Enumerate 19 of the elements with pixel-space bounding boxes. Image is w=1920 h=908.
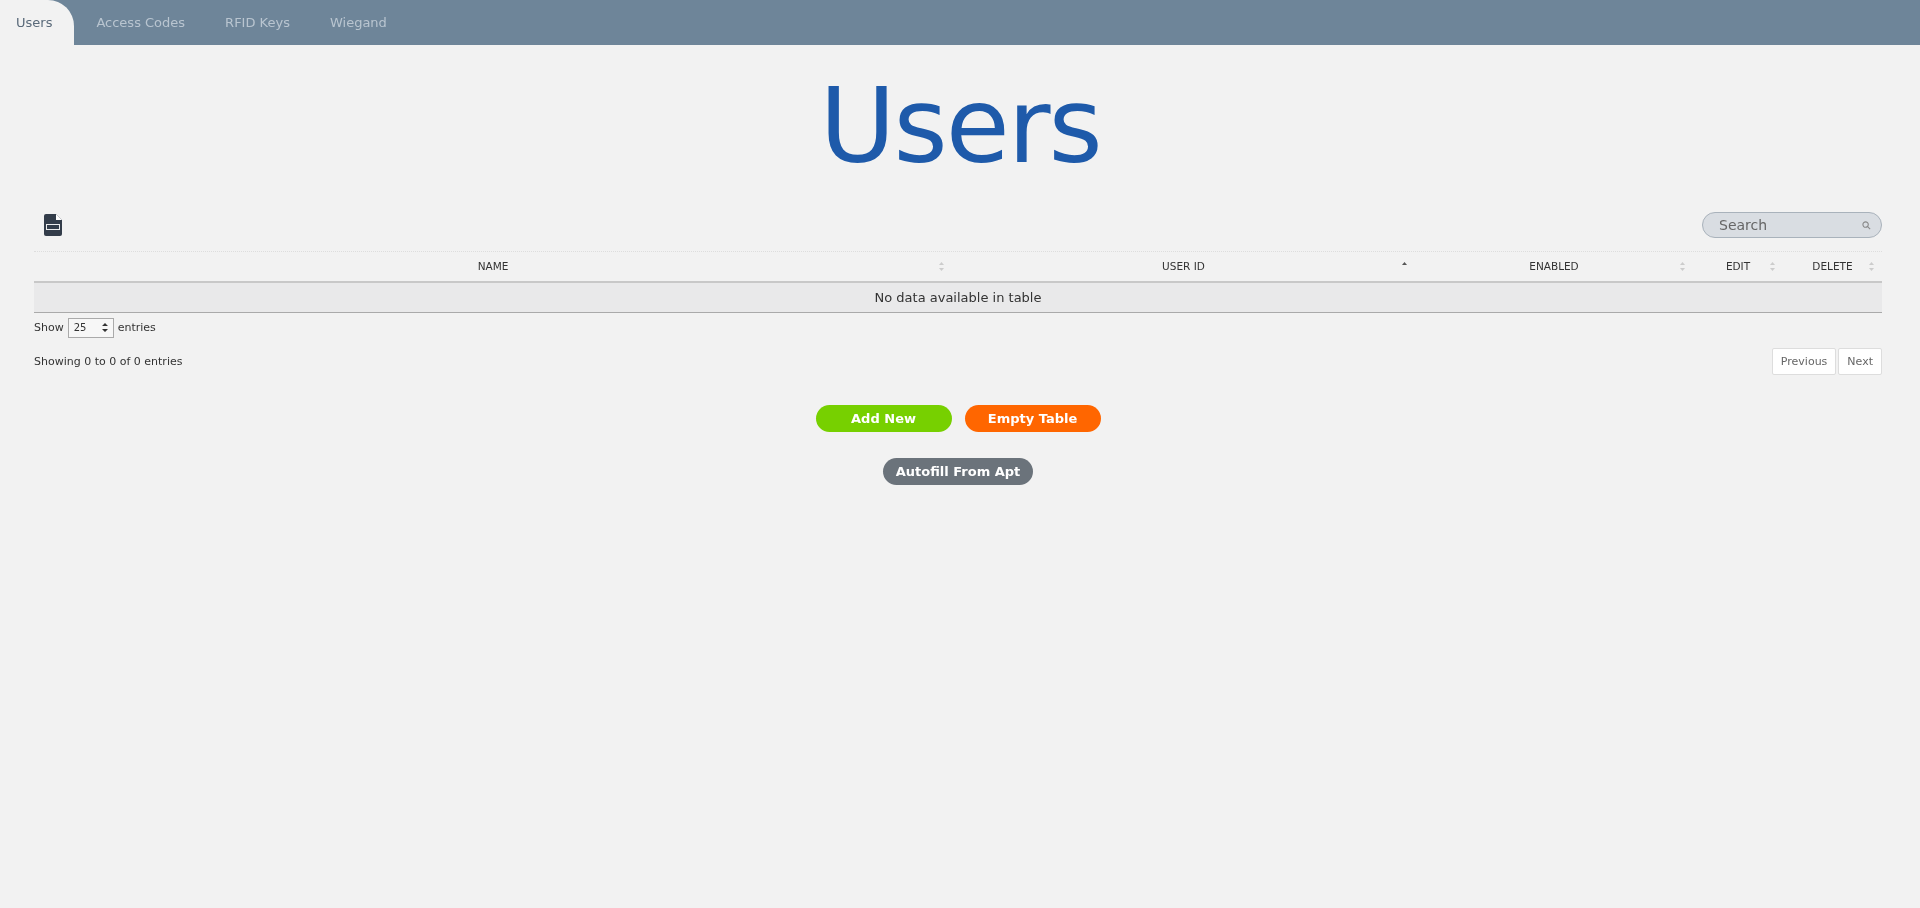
tab[interactable]: Users <box>0 0 75 45</box>
show-label: Show <box>34 321 64 335</box>
entries-label: entries <box>117 321 156 335</box>
empty-table-message: No data available in table <box>34 282 1882 313</box>
pagination-button[interactable]: Previous <box>1771 347 1837 375</box>
column-header[interactable]: USER ID <box>952 251 1415 281</box>
search-field[interactable]: Search <box>1702 211 1882 238</box>
pagination-button[interactable]: Next <box>1838 347 1882 375</box>
search-icon <box>1862 220 1871 230</box>
spinner-arrows-icon <box>101 323 108 333</box>
page-title: Users <box>818 67 1102 187</box>
table-info: Showing 0 to 0 of 0 entries <box>34 354 183 368</box>
column-header[interactable]: EDIT <box>1693 251 1783 281</box>
column-header[interactable]: ENABLED <box>1415 251 1693 281</box>
action-button[interactable]: Autofill From Apt <box>883 457 1033 485</box>
column-header[interactable]: NAME <box>34 251 952 281</box>
pdf-file-icon[interactable] <box>44 213 62 236</box>
column-header[interactable]: DELETE <box>1783 251 1882 281</box>
entries-select[interactable]: 25 <box>67 317 114 338</box>
